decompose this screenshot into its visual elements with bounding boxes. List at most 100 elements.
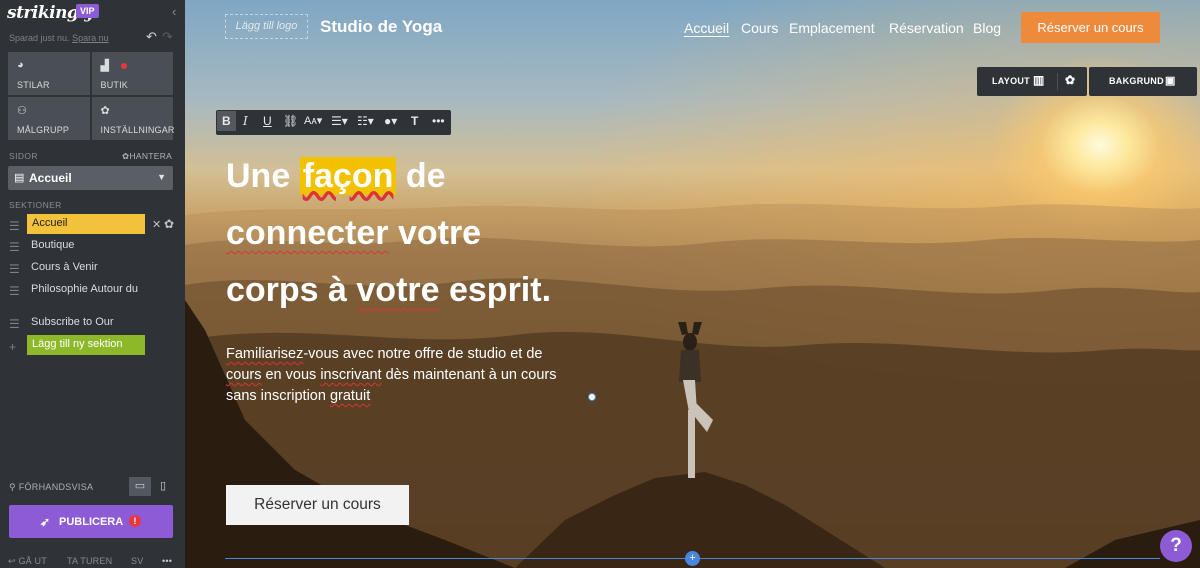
add-logo-placeholder[interactable]: Lägg till logo [225,14,308,39]
vip-badge: VIP [76,4,99,18]
users-icon: ⚇ [17,105,27,117]
pages-label: SIDOR [9,151,38,161]
headline-text: connecter [226,214,389,252]
saved-text: Sparad just nu. [9,33,70,43]
headline-text: de [396,157,446,195]
add-section-plus-icon[interactable]: + [685,551,700,566]
audience-label: MÅLGRUPP [17,125,70,135]
tour-link[interactable]: TA TUREN [67,556,112,566]
hero-headline[interactable]: Une façon de connecter votre corps à vot… [226,148,646,319]
underline-icon[interactable]: U [263,114,272,128]
background-button[interactable]: BAKGRUND ▣ [1089,67,1197,96]
preview-text: FÖRHANDSVISA [18,482,94,492]
nav-cours[interactable]: Cours [741,20,778,36]
audience-button[interactable]: ⚇ MÅLGRUPP [8,97,90,140]
more-icon[interactable]: ••• [432,114,445,128]
nav-blog[interactable]: Blog [973,20,1001,36]
align-icon[interactable]: ☰▾ [331,114,348,128]
palette-icon: ◕ [17,59,24,71]
paragraph-text: -vous avec notre offre de studio et de [303,346,543,362]
store-label: BUTIK [100,80,129,90]
save-status: Sparad just nu. Spara nu [9,33,109,43]
sections-label: SEKTIONER [9,200,62,210]
page-selector[interactable]: ▤ Accueil ▼ [8,166,173,190]
tool-grid: ◕ STILAR ▟ BUTIK ⚇ MÅLGRUPP ✿ INSTÄLLNIN… [8,52,175,140]
nav-accueil[interactable]: Accueil [684,20,729,36]
plus-icon: + [9,340,17,354]
notification-dot [120,63,127,69]
hero-paragraph[interactable]: Familiarisez-vous avec notre offre de st… [226,344,591,407]
styles-button[interactable]: ◕ STILAR [8,52,90,95]
layout-button[interactable]: LAYOUT ▥ ✿ [977,67,1087,96]
gear-icon: ✿ [100,105,110,117]
bold-icon[interactable]: B [217,111,236,131]
paragraph-text: sans inscription [226,388,330,404]
list-icon[interactable]: ☷▾ [357,114,374,128]
gear-icon[interactable]: ✿ [164,217,174,231]
preview-label: ⚲ FÖRHANDSVISA [9,482,93,493]
headline-text: votre [388,214,482,252]
mobile-view-button[interactable]: ▯ [152,477,174,496]
drag-handle-icon[interactable]: ☰ [9,317,20,331]
nav-cta-button[interactable]: Réserver un cours [1021,12,1160,43]
paragraph-text: gratuit [329,388,371,404]
italic-icon[interactable]: I [243,114,248,128]
manage-label: HANTERA [129,151,173,161]
publish-label: PUBLICERA [59,516,124,528]
exit-link[interactable]: ↩ GÅ UT [8,556,47,567]
font-size-icon[interactable]: Aᴀ▾ [304,114,322,127]
language-link[interactable]: SV [131,556,143,566]
section-label: Accueil [27,214,145,234]
text-style-icon[interactable]: T [411,114,418,128]
manage-pages-button[interactable]: ✿HANTERA [122,151,172,162]
text-format-toolbar: B I U ⛓ Aᴀ▾ ☰▾ ☷▾ ●▾ T ••• [216,110,451,135]
editor-sidebar: strikingly VIP ‹ Sparad just nu. Spara n… [0,0,185,568]
close-icon[interactable]: ✕ [152,218,161,231]
color-icon[interactable]: ●▾ [384,114,397,128]
site-title[interactable]: Studio de Yoga [320,17,442,37]
exit-label: GÅ UT [18,556,47,566]
store-button[interactable]: ▟ BUTIK [91,52,173,95]
hero-cta-button[interactable]: Réserver un cours [226,485,409,525]
drag-handle-icon[interactable]: ☰ [9,262,20,276]
settings-label: INSTÄLLNINGAR [100,125,175,135]
paragraph-text: en vous [261,367,321,383]
help-button[interactable]: ? [1160,530,1192,562]
nav-reservation[interactable]: Réservation [889,20,964,36]
publish-button[interactable]: ➶ PUBLICERA ! [9,505,173,538]
redo-icon[interactable]: ↷ [162,29,173,45]
more-icon[interactable]: ••• [162,556,172,566]
desktop-view-button[interactable]: ▭ [129,477,151,496]
headline-text: esprit. [439,271,552,309]
section-label: Cours à Venir [31,261,98,273]
layout-label: LAYOUT [992,76,1030,86]
settings-button[interactable]: ✿ INSTÄLLNINGAR [91,97,175,140]
background-label: BAKGRUND [1109,76,1164,86]
headline-text: Une [226,157,300,195]
add-section-label: Lägg till ny sektion [27,335,145,355]
caret-down-icon: ▼ [157,172,166,182]
phone-icon: ▯ [159,480,167,492]
resize-handle[interactable] [588,393,596,401]
bag-icon: ▟ [100,60,109,72]
layout-icon: ▥ [1033,73,1045,87]
save-now-link[interactable]: Spara nu [72,33,109,43]
nav-emplacement[interactable]: Emplacement [789,20,875,36]
headline-text: corps à [226,271,357,309]
section-label: Subscribe to Our [31,316,114,328]
drag-handle-icon[interactable]: ☰ [9,284,20,298]
drag-handle-icon[interactable]: ☰ [9,240,20,254]
rocket-icon: ➶ [40,515,51,529]
undo-icon[interactable]: ↶ [146,29,157,45]
styles-label: STILAR [17,80,50,90]
gear-icon[interactable]: ✿ [1065,73,1075,87]
paragraph-text: inscrivant [320,367,382,383]
page-icon: ▤ [14,172,25,184]
section-label: Boutique [31,239,75,251]
collapse-sidebar-icon[interactable]: ‹ [172,4,176,19]
paragraph-text: Familiarisez [226,346,304,362]
link-icon[interactable]: ⛓ [283,114,298,128]
drag-handle-icon[interactable]: ☰ [9,219,20,233]
section-label: Philosophie Autour du [31,283,139,295]
headline-text: votre [356,271,440,309]
